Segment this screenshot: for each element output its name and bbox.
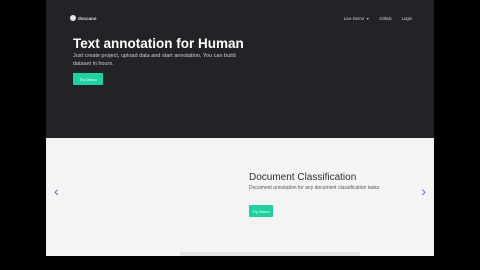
slide-try-demo-button[interactable]: Try Demo bbox=[249, 205, 273, 217]
hero-subtitle: Just create project, upload data and sta… bbox=[73, 53, 236, 67]
hero-section: doccano Live Demo ▼ Github Login Text an… bbox=[46, 0, 434, 138]
nav-links: Live Demo ▼ Github Login bbox=[344, 16, 412, 21]
caret-down-icon: ▼ bbox=[365, 16, 370, 21]
nav-item-label: Live Demo bbox=[343, 16, 364, 21]
nav-item-live-demo[interactable]: Live Demo ▼ bbox=[344, 16, 369, 21]
top-nav: doccano Live Demo ▼ Github Login bbox=[46, 0, 434, 21]
feature-carousel: ‹ Document Classification Document annot… bbox=[46, 138, 434, 256]
bottom-indicator bbox=[180, 252, 360, 256]
chevron-left-icon[interactable]: ‹ bbox=[54, 184, 59, 198]
try-demo-button[interactable]: Try Demo bbox=[73, 73, 103, 85]
hero-title: Text annotation for Human bbox=[73, 36, 244, 51]
nav-item-login[interactable]: Login bbox=[402, 16, 412, 21]
nav-item-github[interactable]: Github bbox=[379, 16, 391, 21]
brand-name: doccano bbox=[78, 15, 97, 21]
page: doccano Live Demo ▼ Github Login Text an… bbox=[46, 0, 434, 256]
logo-icon bbox=[70, 15, 76, 21]
slide-title: Document Classification bbox=[249, 172, 357, 183]
chevron-right-icon[interactable]: › bbox=[421, 184, 426, 198]
brand[interactable]: doccano bbox=[70, 15, 97, 21]
slide-subtitle: Document annotation for any document cla… bbox=[249, 185, 380, 191]
